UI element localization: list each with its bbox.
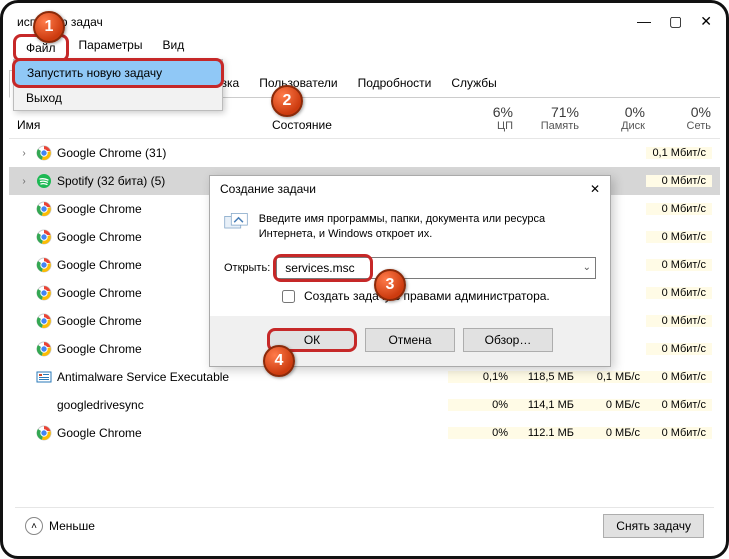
menu-run-new-task[interactable]: Запустить новую задачу [12,58,224,88]
admin-checkbox[interactable] [282,290,295,303]
fewer-details-button[interactable]: ˄ Меньше [25,517,95,535]
cancel-button[interactable]: Отмена [365,328,455,352]
open-label: Открыть: [224,262,270,274]
admin-checkbox-label: Создать задачу с правами администратора. [304,289,550,303]
callout-3: 3 [374,269,406,301]
network-cell: 0 Мбит/с [646,343,712,355]
network-cell: 0 Мбит/с [646,371,712,383]
table-row[interactable]: › Google Chrome (31) 0,1 Мбит/с [9,139,720,167]
chrome-icon [35,200,53,218]
memory-cell: 114,1 МБ [514,399,580,411]
menu-file-label: Файл [26,41,56,55]
chrome-icon [35,256,53,274]
chrome-icon [35,340,53,358]
process-name: Antimalware Service Executable [57,370,274,384]
header-cpu[interactable]: 6% ЦП [447,104,513,132]
network-cell: 0 Мбит/с [646,399,712,411]
network-cell: 0,1 Мбит/с [646,147,712,159]
browse-button[interactable]: Обзор… [463,328,553,352]
network-cell: 0 Мбит/с [646,287,712,299]
network-cell: 0 Мбит/с [646,427,712,439]
header-network[interactable]: 0% Сеть [645,104,711,132]
open-combobox[interactable]: ⌄ [276,257,596,279]
close-button[interactable]: ✕ [700,13,712,30]
tab-services[interactable]: Службы [441,70,506,97]
callout-4: 4 [263,345,295,377]
disk-cell: 0 МБ/с [580,399,646,411]
table-row[interactable]: Antimalware Service Executable 0,1%118,5 … [9,363,720,391]
expand-icon[interactable]: › [17,148,31,159]
network-cell: 0 Мбит/с [646,203,712,215]
chrome-icon [35,284,53,302]
table-row[interactable]: googledrivesync 0%114,1 МБ0 МБ/с0 Мбит/с [9,391,720,419]
header-memory[interactable]: 71% Память [513,104,579,132]
fewer-details-label: Меньше [49,519,95,533]
open-input[interactable] [283,260,589,276]
menubar: Файл Запустить новую задачу Выход Параме… [9,32,720,64]
callout-2: 2 [271,85,303,117]
footer: ˄ Меньше Снять задачу [15,507,714,544]
header-state[interactable]: Состояние [272,118,447,132]
network-cell: 0 Мбит/с [646,175,712,187]
disk-cell: 0,1 МБ/с [580,371,646,383]
file-dropdown: Запустить новую задачу Выход [13,59,223,111]
tab-details[interactable]: Подробности [348,70,442,97]
menu-exit[interactable]: Выход [14,86,222,110]
cpu-cell: 0% [448,399,514,411]
callout-1: 1 [33,11,65,43]
spotify-icon [35,172,53,190]
disk-cell: 0 МБ/с [580,427,646,439]
run-icon [224,212,249,240]
dialog-close-button[interactable]: ✕ [590,182,600,196]
dialog-title: Создание задачи [220,182,316,196]
chrome-icon [35,144,53,162]
network-cell: 0 Мбит/с [646,315,712,327]
table-row[interactable]: Google Chrome 0%112.1 МБ0 МБ/с0 Мбит/с [9,419,720,447]
chevron-up-icon: ˄ [25,517,43,535]
minimize-button[interactable]: — [637,13,651,30]
process-name: Google Chrome (31) [57,146,274,160]
header-disk[interactable]: 0% Диск [579,104,645,132]
titlebar: испетчер задач — ▢ ✕ [9,9,720,32]
end-task-button[interactable]: Снять задачу [603,514,704,538]
cpu-cell: 0% [448,427,514,439]
blank-icon [35,396,53,414]
chrome-icon [35,424,53,442]
process-name: Google Chrome [57,426,274,440]
antim-icon [35,368,53,386]
network-cell: 0 Мбит/с [646,259,712,271]
memory-cell: 112.1 МБ [514,427,580,439]
chevron-down-icon[interactable]: ⌄ [583,262,591,273]
process-name: googledrivesync [57,398,274,412]
network-cell: 0 Мбит/с [646,231,712,243]
header-name[interactable]: Имя [17,118,272,132]
run-dialog: Создание задачи ✕ Введите имя программы,… [209,175,611,367]
chrome-icon [35,312,53,330]
dialog-prompt: Введите имя программы, папки, документа … [259,212,596,243]
memory-cell: 118,5 МБ [514,371,580,383]
expand-icon[interactable]: › [17,176,31,187]
chrome-icon [35,228,53,246]
cpu-cell: 0,1% [448,371,514,383]
maximize-button[interactable]: ▢ [669,13,682,30]
